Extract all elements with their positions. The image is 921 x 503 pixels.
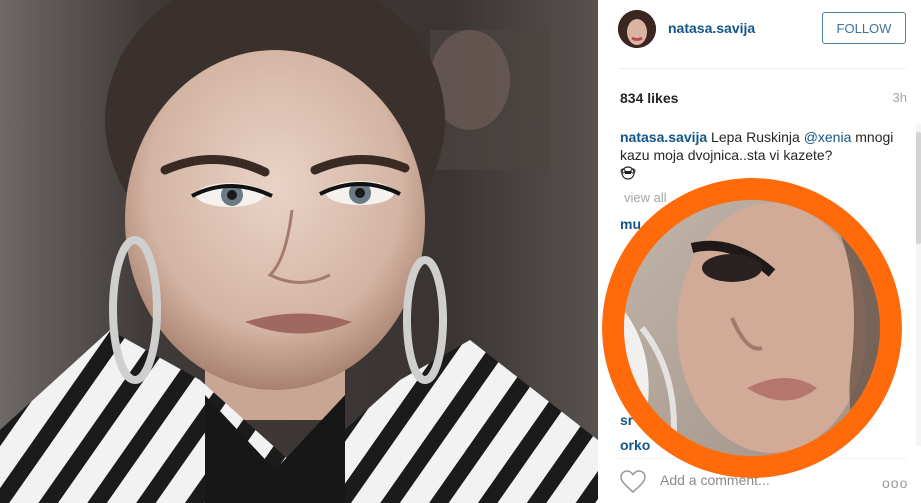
username-link[interactable]: natasa.savija: [668, 20, 755, 36]
caption: natasa.savija Lepa Ruskinja @xenia mnogi…: [620, 128, 895, 164]
comparison-photo-image: [602, 178, 902, 478]
post-photo-image: [0, 0, 598, 503]
comparison-photo-inset: [602, 178, 902, 478]
likes-count[interactable]: 834 likes: [620, 90, 678, 106]
caption-text: Lepa Ruskinja: [707, 129, 804, 145]
comment-username[interactable]: orko: [620, 437, 650, 453]
avatar-image: [618, 10, 656, 48]
avatar[interactable]: [618, 10, 656, 48]
more-options-icon[interactable]: ooo: [882, 475, 908, 491]
monkey-emoji-icon: [620, 166, 636, 180]
caption-username[interactable]: natasa.savija: [620, 129, 707, 145]
header-divider: [618, 68, 906, 69]
view-all-comments-link[interactable]: view all: [624, 190, 667, 205]
post-header: natasa.savija FOLLOW: [598, 0, 921, 68]
caption-mention[interactable]: @xenia: [804, 129, 852, 145]
like-heart-icon[interactable]: [620, 470, 646, 494]
post-timestamp[interactable]: 3h: [893, 90, 907, 105]
post-photo[interactable]: [0, 0, 598, 503]
follow-button[interactable]: FOLLOW: [822, 12, 906, 44]
comments-scrollbar-thumb[interactable]: [916, 132, 921, 244]
